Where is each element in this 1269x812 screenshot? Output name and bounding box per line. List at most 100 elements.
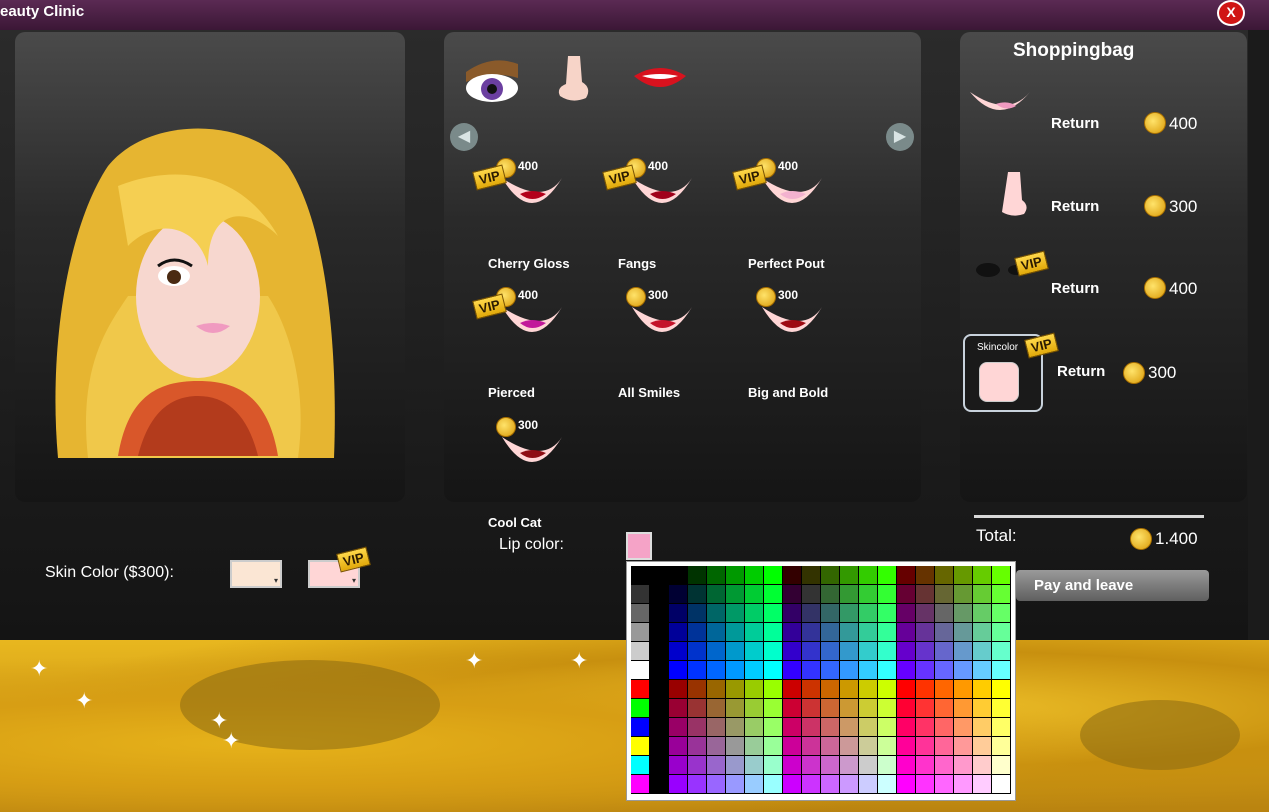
- color-swatch[interactable]: [821, 718, 840, 737]
- color-swatch[interactable]: [935, 642, 954, 661]
- color-swatch[interactable]: [973, 585, 992, 604]
- color-swatch[interactable]: [878, 718, 897, 737]
- color-swatch[interactable]: [745, 680, 764, 699]
- color-swatch[interactable]: [973, 642, 992, 661]
- color-swatch[interactable]: [897, 623, 916, 642]
- color-swatch[interactable]: [688, 718, 707, 737]
- color-swatch[interactable]: [745, 718, 764, 737]
- next-arrow-button[interactable]: ▶: [886, 123, 914, 151]
- return-button[interactable]: Return: [1051, 115, 1099, 132]
- color-swatch[interactable]: [935, 585, 954, 604]
- color-swatch[interactable]: [726, 737, 745, 756]
- color-swatch[interactable]: [935, 775, 954, 794]
- color-swatch[interactable]: [802, 566, 821, 585]
- close-button[interactable]: X: [1217, 0, 1245, 26]
- color-swatch[interactable]: [821, 775, 840, 794]
- color-swatch[interactable]: [840, 585, 859, 604]
- color-swatch[interactable]: [631, 775, 650, 794]
- color-swatch[interactable]: [840, 661, 859, 680]
- color-swatch[interactable]: [802, 661, 821, 680]
- shop-item[interactable]: 400 VIP Pierced: [472, 287, 600, 400]
- color-swatch[interactable]: [688, 642, 707, 661]
- color-swatch[interactable]: [650, 661, 669, 680]
- color-swatch[interactable]: [954, 566, 973, 585]
- color-swatch[interactable]: [878, 642, 897, 661]
- color-swatch[interactable]: [973, 566, 992, 585]
- color-swatch[interactable]: [669, 566, 688, 585]
- color-swatch[interactable]: [878, 699, 897, 718]
- color-swatch[interactable]: [992, 718, 1011, 737]
- color-swatch[interactable]: [992, 623, 1011, 642]
- color-swatch[interactable]: [631, 604, 650, 623]
- skin-color-picker[interactable]: ▾: [230, 560, 282, 588]
- lip-color-picker[interactable]: [626, 532, 652, 560]
- shop-item[interactable]: 400 VIP Perfect Pout: [732, 158, 860, 271]
- color-swatch[interactable]: [992, 775, 1011, 794]
- color-swatch[interactable]: [688, 775, 707, 794]
- color-swatch[interactable]: [821, 566, 840, 585]
- color-swatch[interactable]: [897, 604, 916, 623]
- color-swatch[interactable]: [992, 661, 1011, 680]
- color-swatch[interactable]: [802, 699, 821, 718]
- color-swatch[interactable]: [935, 699, 954, 718]
- color-swatch[interactable]: [878, 680, 897, 699]
- color-swatch[interactable]: [688, 566, 707, 585]
- color-swatch[interactable]: [783, 775, 802, 794]
- color-swatch[interactable]: [916, 775, 935, 794]
- color-swatch[interactable]: [954, 699, 973, 718]
- color-swatch[interactable]: [859, 585, 878, 604]
- color-swatch[interactable]: [878, 737, 897, 756]
- color-swatch[interactable]: [783, 604, 802, 623]
- color-swatch[interactable]: [821, 756, 840, 775]
- color-swatch[interactable]: [916, 661, 935, 680]
- color-swatch[interactable]: [726, 775, 745, 794]
- color-swatch[interactable]: [764, 699, 783, 718]
- tab-nose[interactable]: [548, 52, 612, 108]
- color-swatch[interactable]: [916, 737, 935, 756]
- color-swatch[interactable]: [650, 756, 669, 775]
- color-swatch[interactable]: [650, 718, 669, 737]
- color-swatch[interactable]: [783, 680, 802, 699]
- color-swatch[interactable]: [726, 680, 745, 699]
- tab-eyes[interactable]: [462, 52, 526, 108]
- color-swatch[interactable]: [802, 737, 821, 756]
- color-swatch[interactable]: [631, 756, 650, 775]
- color-swatch[interactable]: [954, 642, 973, 661]
- color-swatch[interactable]: [783, 566, 802, 585]
- tab-lips[interactable]: [628, 52, 692, 108]
- color-swatch[interactable]: [859, 566, 878, 585]
- color-swatch[interactable]: [916, 718, 935, 737]
- color-swatch[interactable]: [764, 623, 783, 642]
- color-swatch[interactable]: [764, 775, 783, 794]
- color-swatch[interactable]: [802, 604, 821, 623]
- color-swatch[interactable]: [802, 775, 821, 794]
- color-swatch[interactable]: [688, 699, 707, 718]
- color-swatch[interactable]: [669, 585, 688, 604]
- color-swatch[interactable]: [707, 718, 726, 737]
- color-swatch[interactable]: [973, 737, 992, 756]
- color-swatch[interactable]: [650, 623, 669, 642]
- color-swatch[interactable]: [745, 775, 764, 794]
- color-swatch[interactable]: [707, 756, 726, 775]
- color-swatch[interactable]: [973, 718, 992, 737]
- color-swatch[interactable]: [821, 642, 840, 661]
- color-swatch[interactable]: [650, 775, 669, 794]
- color-swatch[interactable]: [802, 680, 821, 699]
- color-swatch[interactable]: [878, 623, 897, 642]
- color-swatch[interactable]: [840, 566, 859, 585]
- color-swatch[interactable]: [783, 718, 802, 737]
- color-swatch[interactable]: [821, 604, 840, 623]
- color-swatch[interactable]: [669, 642, 688, 661]
- color-swatch[interactable]: [726, 699, 745, 718]
- color-swatch[interactable]: [897, 661, 916, 680]
- color-swatch[interactable]: [783, 756, 802, 775]
- color-swatch[interactable]: [859, 775, 878, 794]
- color-swatch[interactable]: [992, 680, 1011, 699]
- color-swatch[interactable]: [916, 756, 935, 775]
- color-swatch[interactable]: [707, 566, 726, 585]
- shop-item[interactable]: 400 VIP Cherry Gloss: [472, 158, 600, 271]
- color-swatch[interactable]: [897, 775, 916, 794]
- color-swatch[interactable]: [878, 775, 897, 794]
- color-swatch[interactable]: [916, 642, 935, 661]
- color-swatch[interactable]: [992, 604, 1011, 623]
